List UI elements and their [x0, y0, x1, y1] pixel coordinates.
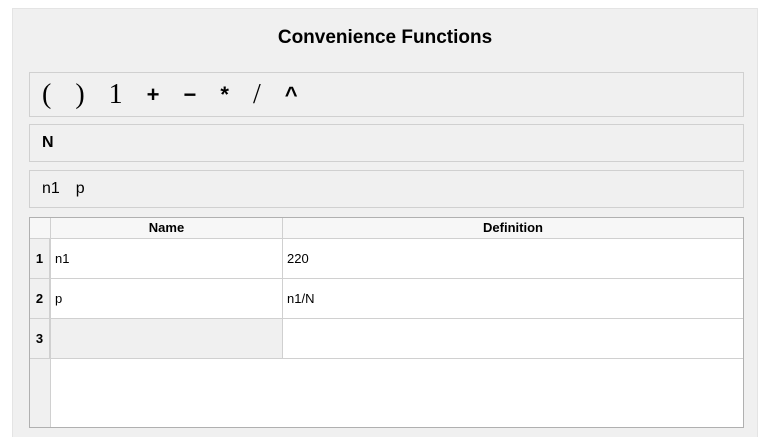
row-number[interactable]: 3	[30, 319, 50, 359]
definition-cell[interactable]: n1/N	[283, 279, 743, 319]
function-n1-button[interactable]: n1	[42, 180, 60, 198]
column-header-name[interactable]: Name	[51, 218, 283, 239]
row-number[interactable]: 1	[30, 239, 50, 279]
table-row: 2 p n1/N	[30, 279, 743, 319]
name-cell[interactable]	[51, 319, 283, 359]
panel-title: Convenience Functions	[277, 27, 493, 48]
close-paren-button[interactable]: )	[75, 80, 84, 109]
definition-cell[interactable]: 220	[283, 239, 743, 279]
function-p-button[interactable]: p	[76, 180, 85, 198]
multiply-button[interactable]: *	[220, 83, 229, 106]
functions-bar: n1 p	[29, 170, 744, 208]
plus-button[interactable]: +	[147, 83, 160, 106]
one-button[interactable]: 1	[109, 80, 123, 109]
operator-toolbar: ( ) 1 + − * / ^	[29, 72, 744, 117]
divide-button[interactable]: /	[253, 80, 261, 109]
table-row: 3	[30, 319, 743, 359]
name-cell[interactable]: n1	[51, 239, 283, 279]
definition-cell[interactable]	[283, 319, 743, 359]
variables-bar: N	[29, 124, 744, 162]
table-row: 1 n1 220	[30, 239, 743, 279]
variable-n-button[interactable]: N	[42, 134, 54, 152]
open-paren-button[interactable]: (	[42, 80, 51, 109]
column-header-definition[interactable]: Definition	[283, 218, 743, 239]
table-corner	[30, 218, 51, 239]
name-cell[interactable]: p	[51, 279, 283, 319]
power-button[interactable]: ^	[285, 83, 298, 106]
minus-button[interactable]: −	[184, 83, 197, 106]
row-number[interactable]: 2	[30, 279, 50, 319]
functions-table: Name Definition 1 n1 220 2 p n1/N 3	[29, 217, 744, 428]
